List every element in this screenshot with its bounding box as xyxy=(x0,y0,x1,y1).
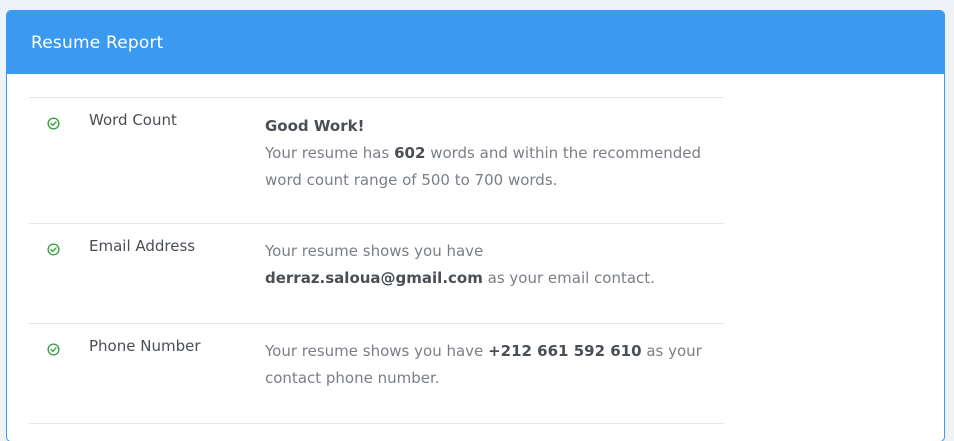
row-text-before: Your resume shows you have xyxy=(265,342,484,360)
report-row-word-count: Word Count Good Work! Your resume has 60… xyxy=(29,97,724,223)
card-header: Resume Report xyxy=(7,11,944,74)
report-row-next xyxy=(29,423,724,441)
check-circle-icon xyxy=(47,343,60,356)
row-text-before: Your resume shows you have xyxy=(265,242,484,260)
row-content: Your resume shows you have derraz.saloua… xyxy=(265,238,715,292)
row-text-before: Your resume has xyxy=(265,144,390,162)
check-circle-icon xyxy=(47,243,60,256)
page-title: Resume Report xyxy=(31,32,164,53)
report-table: Word Count Good Work! Your resume has 60… xyxy=(29,97,724,441)
row-heading: Good Work! xyxy=(265,117,365,135)
check-circle-icon xyxy=(47,117,60,130)
row-label: Email Address xyxy=(89,237,196,255)
row-label: Phone Number xyxy=(89,337,201,355)
row-label: Word Count xyxy=(89,111,177,129)
resume-report-card: Resume Report Word Count Good Work! Your… xyxy=(7,11,944,441)
row-text-after: as your email contact. xyxy=(487,269,655,287)
phone-value: +212 661 592 610 xyxy=(488,342,642,360)
report-row-phone-number: Phone Number Your resume shows you have … xyxy=(29,323,724,423)
row-content: Your resume shows you have +212 661 592 … xyxy=(265,338,715,392)
email-value: derraz.saloua@gmail.com xyxy=(265,269,483,287)
row-content: Good Work! Your resume has 602 words and… xyxy=(265,113,715,194)
word-count-value: 602 xyxy=(394,144,426,162)
report-row-email-address: Email Address Your resume shows you have… xyxy=(29,223,724,323)
